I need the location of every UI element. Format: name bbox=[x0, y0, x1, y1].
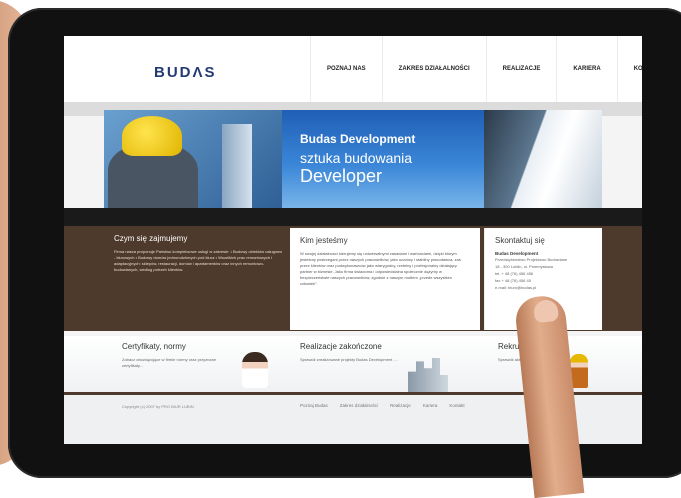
footer-nav-kariera[interactable]: Kariera bbox=[423, 403, 438, 408]
about-services: Czym się zajmujemy Firma nasza proponuje… bbox=[114, 234, 284, 273]
contact-fax: fax + 48 (76) 456 45 bbox=[495, 278, 531, 283]
footer-nav-realizacje[interactable]: Realizacje bbox=[390, 403, 411, 408]
hero-banner: Budas Development sztuka budowania Devel… bbox=[104, 110, 602, 210]
building-photo bbox=[484, 110, 602, 210]
nav-kariera[interactable]: KARIERA bbox=[556, 36, 616, 102]
nav-poznaj-nas[interactable]: POZNAJ NAS bbox=[310, 36, 382, 102]
woman-photo bbox=[242, 352, 268, 388]
banner-subtitle-2: Developer bbox=[300, 166, 383, 186]
certificates-title[interactable]: Certyfikaty, normy bbox=[122, 342, 232, 351]
contact-company-sub: Przedsiębiorstwo Projektowo Budowlane bbox=[495, 257, 568, 262]
nav-kontakt[interactable]: KONTAKT bbox=[616, 36, 642, 102]
banner-photo bbox=[104, 110, 282, 210]
tower-photo bbox=[222, 124, 252, 210]
contact-email[interactable]: e-mail: biuro@budas.pl bbox=[495, 284, 592, 291]
banner-bottom-bar bbox=[64, 208, 642, 228]
about-us: Kim jesteśmy W swojej działalności kieru… bbox=[290, 228, 480, 330]
completed-projects-block: Realizacje zakończone Sprawdź zrealizowa… bbox=[300, 342, 400, 363]
contact-address: 18 - 300 Lublin, ul. Przemysłowa bbox=[495, 264, 553, 269]
footer-nav: Poznaj Budas Zakres działalności Realiza… bbox=[300, 403, 465, 408]
certificates-block: Certyfikaty, normy Zobacz obowiązujące w… bbox=[122, 342, 232, 369]
footer-copyright: Copyright (c) 2007 by PRO BIUR LUBIN bbox=[122, 404, 194, 409]
footer-nav-kontakt[interactable]: Kontakt bbox=[449, 403, 464, 408]
main-nav: POZNAJ NAS ZAKRES DZIAŁALNOŚCI REALIZACJ… bbox=[310, 36, 642, 102]
banner-subtitle-1: sztuka budowania bbox=[300, 150, 413, 166]
completed-projects-title[interactable]: Realizacje zakończone bbox=[300, 342, 400, 351]
contact-phone: tel. + 48 (76) 456 456 bbox=[495, 271, 534, 276]
certificates-text: Zobacz obowiązujące w firmie normy oraz … bbox=[122, 357, 217, 368]
footer-nav-poznaj[interactable]: Poznaj Budas bbox=[300, 403, 328, 408]
banner-title: Budas Development bbox=[300, 132, 416, 146]
completed-projects-text: Sprawdź zrealizowane projekty Budas Deve… bbox=[300, 357, 398, 362]
about-title[interactable]: Kim jesteśmy bbox=[300, 236, 470, 245]
footer-nav-zakres[interactable]: Zakres działalności bbox=[340, 403, 378, 408]
nav-realizacje[interactable]: REALIZACJE bbox=[485, 36, 557, 102]
about-text: W swojej działalności kierujemy się uniw… bbox=[300, 251, 461, 286]
helmet-icon bbox=[122, 116, 182, 156]
site-header: BUDΛS POZNAJ NAS ZAKRES DZIAŁALNOŚCI REA… bbox=[64, 36, 642, 103]
services-title[interactable]: Czym się zajmujemy bbox=[114, 234, 284, 243]
nav-zakres[interactable]: ZAKRES DZIAŁALNOŚCI bbox=[381, 36, 486, 102]
contact-title[interactable]: Skontaktuj się bbox=[495, 236, 592, 245]
services-text: Firma nasza proponuje Państwu kompleksow… bbox=[114, 249, 283, 272]
budas-logo[interactable]: BUDΛS bbox=[154, 64, 217, 81]
